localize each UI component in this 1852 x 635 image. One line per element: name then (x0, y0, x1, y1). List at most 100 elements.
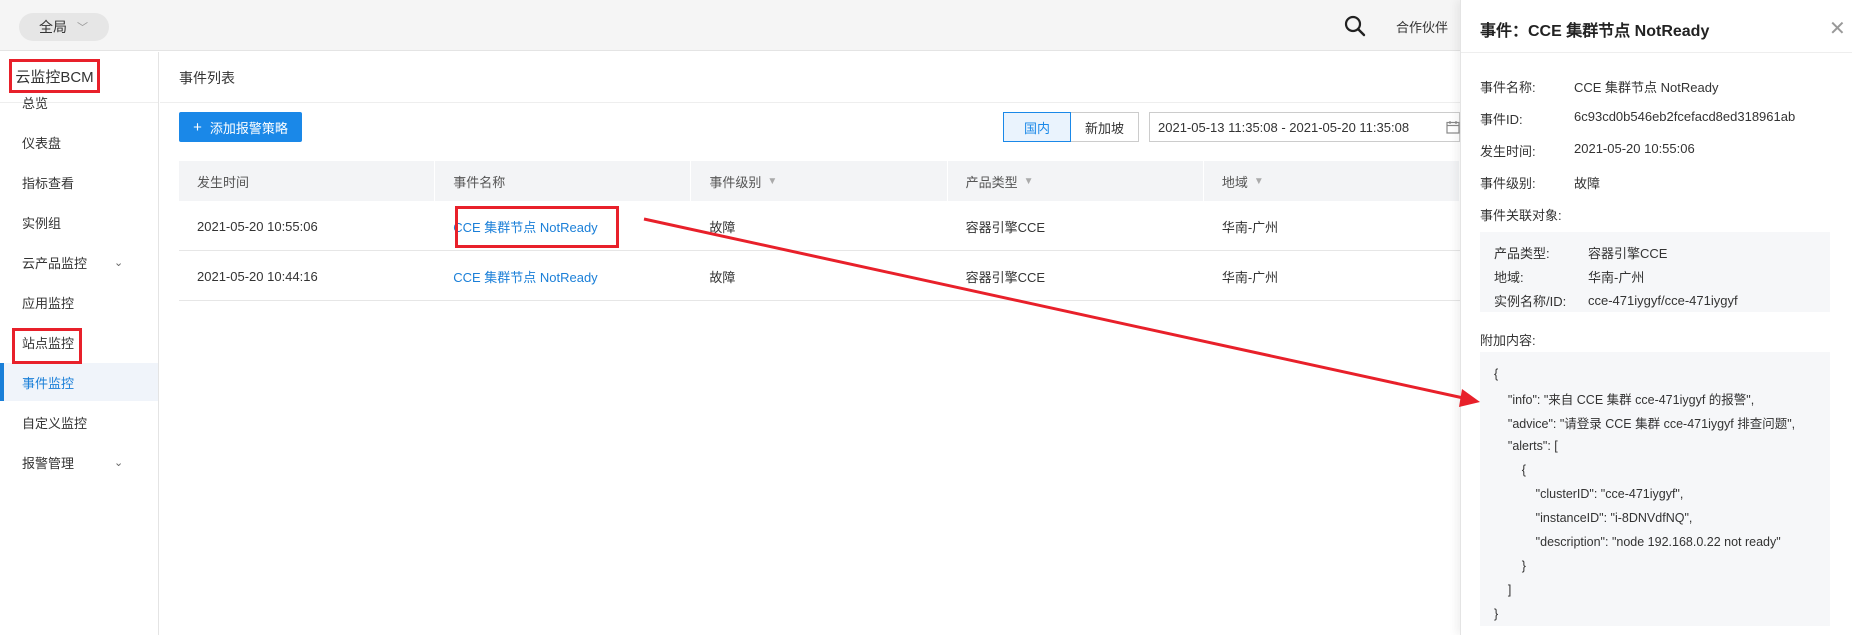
sidebar-item[interactable]: 总览 (0, 83, 158, 121)
column-header-time: 发生时间 (179, 161, 436, 201)
extra-content-label: 附加内容: (1480, 333, 1536, 348)
field-event-name: 事件名称: CCE 集群节点 NotReady (1480, 77, 1718, 96)
sidebar-item-label: 总览 (22, 95, 49, 111)
related-label: 产品类型: (1494, 245, 1550, 261)
field-value: 6c93cd0b546eb2fcefacd8ed318961ab (1574, 109, 1796, 124)
drawer-title: 事件：CCE 集群节点 NotReady (1480, 23, 1710, 40)
cell-level: 故障 (709, 269, 736, 285)
code-line: "clusterID": "cce-471iygyf", (1494, 487, 1684, 501)
annotation-box-event-link (455, 206, 619, 248)
code-line: ] (1494, 583, 1512, 597)
sidebar-item-label: 实例组 (22, 215, 62, 231)
column-header-label: 发生时间 (197, 174, 250, 190)
partner-link[interactable]: 合作伙伴 (1396, 17, 1448, 36)
filter-icon[interactable]: ▼ (767, 176, 777, 187)
drawer-divider (1461, 52, 1852, 53)
event-table: 发生时间 事件名称 事件级别 ▼ 产品类型 ▼ 地域 ▼ 2021-05-20 10:… (179, 161, 1461, 301)
field-label: 发生时间: (1480, 144, 1536, 159)
extra-content-code: { "info": "来自 CCE 集群 cce-471iygyf 的报警", … (1480, 352, 1830, 626)
search-icon[interactable] (1344, 15, 1366, 37)
sidebar-item[interactable]: 仪表盘 (0, 123, 158, 161)
sidebar-item-label: 报警管理 (22, 455, 75, 471)
code-line: "alerts": [ (1494, 439, 1558, 453)
related-label: 地域: (1494, 269, 1524, 285)
cell-level: 故障 (709, 219, 736, 235)
event-name-link[interactable]: CCE 集群节点 NotReady (435, 251, 691, 301)
field-value: 2021-05-20 10:55:06 (1574, 141, 1695, 156)
code-line: } (1494, 559, 1526, 573)
column-header-name: 事件名称 (435, 161, 692, 201)
date-range-picker[interactable]: 2021-05-13 11:35:08 - 2021-05-20 11:35:0… (1149, 112, 1460, 142)
segment-domestic[interactable]: 国内 (1003, 112, 1071, 142)
region-select[interactable]: 全局 ﹀ (19, 13, 109, 41)
chevron-down-icon: ⌄ (114, 456, 124, 469)
sidebar-item[interactable]: 报警管理 ⌄ (0, 443, 158, 481)
table-row: 2021-05-20 10:55:06 CCE 集群节点 NotReady 故障… (179, 201, 1460, 251)
sidebar-item[interactable]: 云产品监控 ⌄ (0, 243, 158, 281)
table-header: 发生时间 事件名称 事件级别 ▼ 产品类型 ▼ 地域 ▼ (179, 161, 1461, 201)
add-alarm-policy-button[interactable]: + 添加报警策略 (179, 112, 302, 142)
sidebar-item-label: 仪表盘 (22, 135, 62, 151)
related-row-region: 地域: 华南-广州 (1494, 264, 1816, 288)
sidebar-item-label: 指标查看 (22, 175, 75, 191)
related-value: 华南-广州 (1588, 269, 1645, 285)
filter-icon[interactable]: ▼ (1254, 176, 1264, 187)
code-line: { (1494, 463, 1526, 477)
code-line: "instanceID": "i-8DNVdfNQ", (1494, 511, 1693, 525)
field-value: CCE 集群节点 NotReady (1574, 80, 1719, 95)
column-header-label: 事件名称 (453, 174, 506, 190)
cell-product: 容器引擎CCE (965, 219, 1046, 235)
field-value: 故障 (1574, 176, 1601, 191)
cell-region: 华南-广州 (1221, 219, 1279, 235)
sidebar-item-label: 事件监控 (22, 375, 75, 391)
sidebar-item-label: 应用监控 (22, 295, 75, 311)
field-label: 事件级别: (1480, 176, 1536, 191)
sidebar-item-label: 云产品监控 (22, 255, 88, 271)
cell-time: 2021-05-20 10:44:16 (197, 268, 318, 284)
code-line: } (1494, 607, 1499, 621)
sidebar-item[interactable]: 实例组 (0, 203, 158, 241)
sidebar-item[interactable]: 事件监控 (0, 363, 158, 401)
related-row-instance: 实例名称/ID: cce-471iygyf/cce-471iygyf (1494, 288, 1816, 312)
code-line: "description": "node 192.168.0.22 not re… (1494, 535, 1781, 549)
code-line: "advice": "请登录 CCE 集群 cce-471iygyf 排查问题"… (1494, 416, 1796, 431)
page-title: 事件列表 (179, 70, 235, 86)
annotation-box-active-item (12, 328, 82, 364)
region-select-label: 全局 (39, 19, 67, 35)
related-value: 容器引擎CCE (1588, 245, 1668, 261)
cell-region: 华南-广州 (1221, 269, 1279, 285)
related-objects-box: 产品类型: 容器引擎CCE 地域: 华南-广州 实例名称/ID: cce-471… (1480, 232, 1830, 312)
cell-product: 容器引擎CCE (965, 269, 1046, 285)
column-header-level[interactable]: 事件级别 ▼ (691, 161, 948, 201)
add-alarm-policy-label: 添加报警策略 (209, 120, 288, 136)
table-row: 2021-05-20 10:44:16 CCE 集群节点 NotReady 故障… (179, 251, 1460, 301)
related-label: 实例名称/ID: (1494, 293, 1567, 309)
calendar-icon[interactable] (1446, 120, 1460, 134)
sidebar-item[interactable]: 自定义监控 (0, 403, 158, 441)
field-label: 事件ID: (1480, 112, 1523, 127)
plus-icon: + (193, 118, 202, 136)
segment-singapore[interactable]: 新加坡 (1071, 112, 1139, 142)
column-header-region[interactable]: 地域 ▼ (1204, 161, 1461, 201)
date-range-value: 2021-05-13 11:35:08 - 2021-05-20 11:35:0… (1158, 119, 1410, 135)
header-divider (160, 102, 1460, 103)
sidebar-item-label: 自定义监控 (22, 415, 88, 431)
field-event-time: 发生时间: 2021-05-20 10:55:06 (1480, 141, 1695, 160)
filter-icon[interactable]: ▼ (1024, 176, 1034, 187)
chevron-down-icon: ⌄ (114, 256, 124, 269)
event-detail-drawer: 事件：CCE 集群节点 NotReady ✕ 事件名称: CCE 集群节点 No… (1460, 0, 1852, 635)
code-line: { (1494, 367, 1499, 381)
sidebar-item[interactable]: 指标查看 (0, 163, 158, 201)
sidebar-item[interactable]: 应用监控 (0, 283, 158, 321)
chevron-down-icon: ﹀ (77, 22, 88, 34)
column-header-label: 事件级别 (709, 174, 762, 190)
cell-time: 2021-05-20 10:55:06 (197, 218, 318, 234)
related-objects-label: 事件关联对象: (1480, 208, 1562, 223)
column-header-product[interactable]: 产品类型 ▼ (948, 161, 1204, 201)
code-line: "info": "来自 CCE 集群 cce-471iygyf 的报警", (1494, 392, 1755, 407)
related-value: cce-471iygyf/cce-471iygyf (1588, 292, 1738, 308)
field-event-level: 事件级别: 故障 (1480, 173, 1600, 192)
related-row-product: 产品类型: 容器引擎CCE (1494, 240, 1816, 264)
close-icon[interactable]: ✕ (1829, 16, 1846, 41)
field-label: 事件名称: (1480, 80, 1536, 95)
